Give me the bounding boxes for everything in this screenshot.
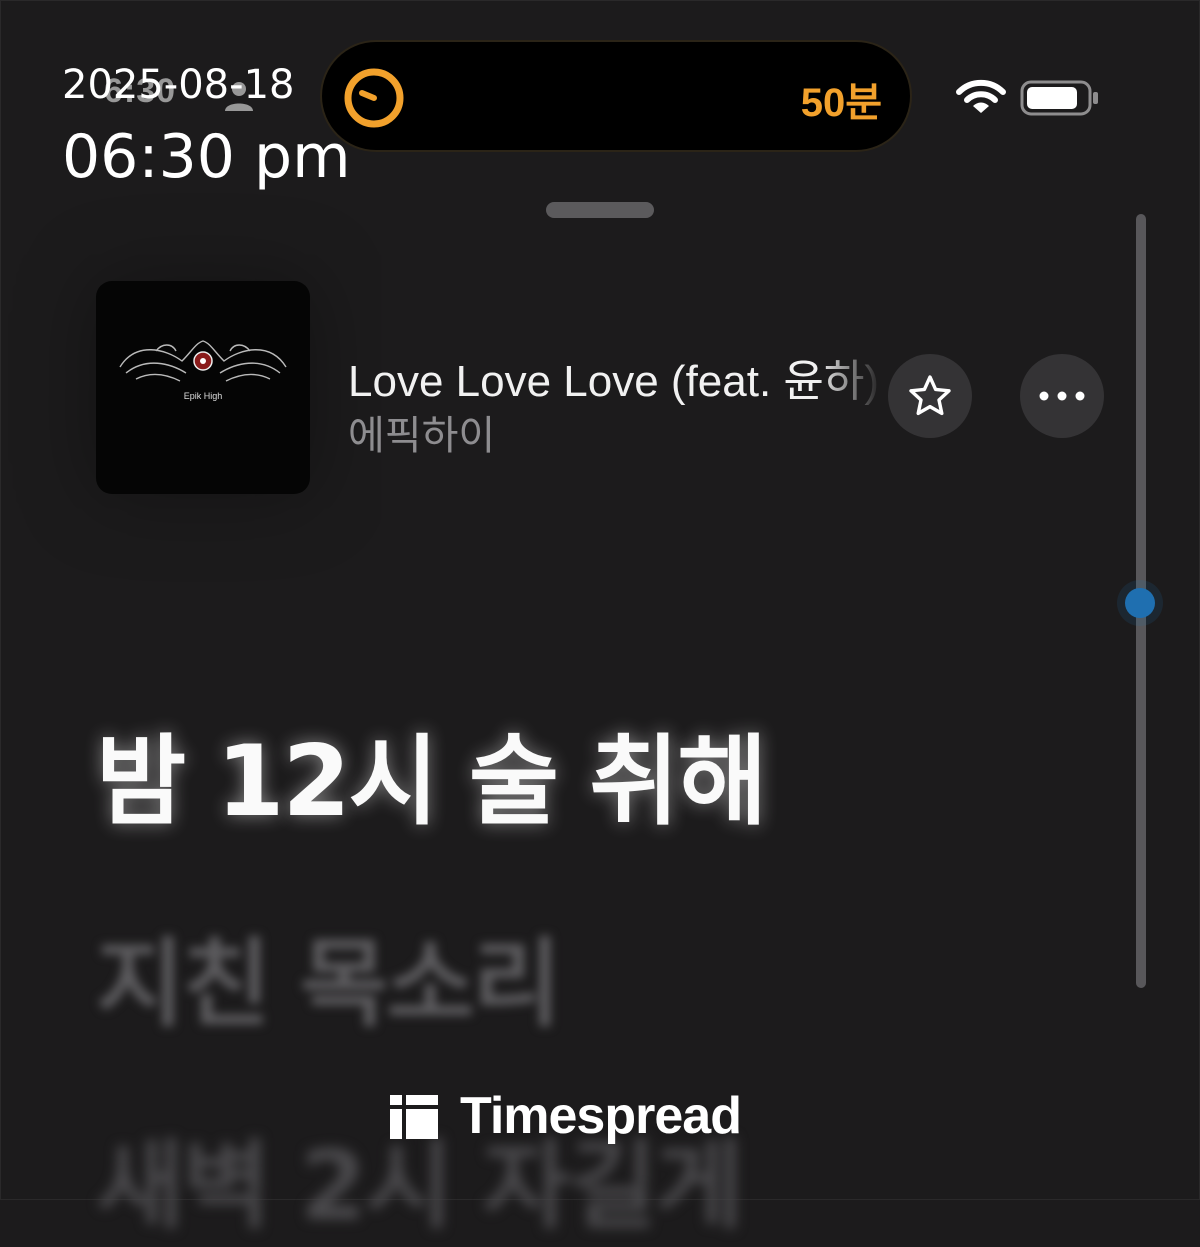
album-art-label: Epik High (183, 391, 223, 401)
overlay-time: 06:30 pm (62, 122, 351, 192)
album-ornament-graphic (119, 340, 287, 382)
song-artist[interactable]: 에픽하이 (348, 403, 495, 461)
overlay-date: 2025-08-18 (62, 62, 295, 108)
watermark: Timespread (390, 1086, 742, 1146)
ellipsis-icon (1039, 391, 1085, 401)
more-options-button[interactable] (1020, 354, 1104, 438)
watermark-brand: Timespread (460, 1087, 742, 1145)
dynamic-island-timer[interactable]: 50분 (322, 42, 910, 150)
sheet-grabber[interactable] (546, 202, 654, 218)
scrollbar-thumb[interactable] (1125, 588, 1155, 618)
album-art[interactable]: Epik High (96, 281, 310, 494)
favorite-button[interactable] (888, 354, 972, 438)
song-title: Love Love Love (feat. 윤하) (348, 357, 880, 406)
timespread-logo-icon (390, 1095, 438, 1139)
lyric-line-current[interactable]: 밤 12시 술 취해 (96, 702, 768, 844)
timer-ring-icon (344, 68, 404, 128)
timer-remaining: 50분 (800, 81, 882, 125)
lyric-line-next[interactable]: 지친 목소리 (96, 906, 561, 1045)
battery-icon (1020, 80, 1098, 116)
star-icon (909, 375, 951, 416)
wifi-icon (956, 79, 1006, 113)
